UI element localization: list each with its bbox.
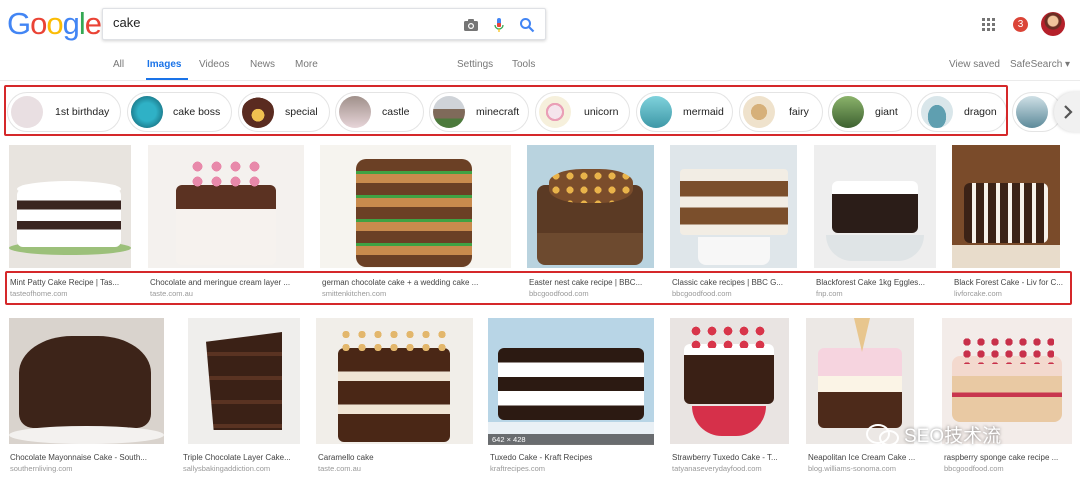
result-caption[interactable]: Neapolitan Ice Cream Cake ... blog.willia… bbox=[808, 452, 928, 475]
result-caption[interactable]: Tuxedo Cake - Kraft Recipes kraftrecipes.… bbox=[490, 452, 656, 475]
result-caption[interactable]: raspberry sponge cake recipe ... bbcgoodf… bbox=[944, 452, 1074, 475]
header-divider bbox=[0, 80, 1080, 81]
tab-settings[interactable]: Settings bbox=[457, 59, 493, 80]
logo-letter: o bbox=[46, 6, 63, 41]
search-input[interactable] bbox=[113, 15, 443, 30]
notifications-badge[interactable]: 3 bbox=[1013, 17, 1028, 32]
chip-thumbnail bbox=[1016, 96, 1048, 128]
search-tabs: All Images Videos News More Settings Too… bbox=[0, 59, 1080, 81]
google-logo[interactable]: Google bbox=[7, 6, 102, 42]
image-dimensions-label: 642 × 428 bbox=[488, 434, 654, 445]
chevron-right-icon bbox=[1064, 105, 1073, 119]
tab-videos[interactable]: Videos bbox=[199, 59, 229, 80]
result-image[interactable] bbox=[527, 145, 654, 268]
search-icon[interactable] bbox=[519, 17, 535, 33]
logo-letter: g bbox=[62, 6, 80, 41]
result-image[interactable] bbox=[952, 145, 1060, 268]
watermark-text: SEO技术流 bbox=[904, 426, 1002, 447]
tab-tools[interactable]: Tools bbox=[512, 59, 535, 80]
result-domain: bbcgoodfood.com bbox=[944, 464, 1004, 473]
tab-images[interactable]: Images bbox=[146, 59, 188, 80]
result-domain: taste.com.au bbox=[318, 464, 361, 473]
microphone-icon[interactable] bbox=[491, 17, 507, 33]
apps-grid-icon[interactable] bbox=[982, 18, 996, 32]
result-domain: blog.williams-sonoma.com bbox=[808, 464, 896, 473]
tab-more[interactable]: More bbox=[295, 59, 318, 80]
tab-news[interactable]: News bbox=[250, 59, 275, 80]
view-saved-link[interactable]: View saved bbox=[949, 59, 1000, 80]
result-title[interactable]: Chocolate Mayonnaise Cake - South... bbox=[10, 452, 166, 463]
result-domain: tatyanaseverydayfood.com bbox=[672, 464, 762, 473]
avatar[interactable] bbox=[1041, 12, 1065, 36]
result-image[interactable] bbox=[670, 145, 797, 268]
captions-highlight-box bbox=[5, 271, 1072, 305]
result-caption[interactable]: Caramello cake taste.com.au bbox=[318, 452, 473, 475]
logo-letter: G bbox=[7, 6, 31, 41]
result-title[interactable]: Triple Chocolate Layer Cake... bbox=[183, 452, 301, 463]
result-image[interactable] bbox=[670, 318, 789, 444]
result-image[interactable] bbox=[188, 318, 300, 444]
result-title[interactable]: raspberry sponge cake recipe ... bbox=[944, 452, 1074, 463]
chips-next-button[interactable] bbox=[1054, 92, 1080, 132]
result-title[interactable]: Caramello cake bbox=[318, 452, 473, 463]
result-image[interactable] bbox=[814, 145, 936, 268]
wechat-icon bbox=[866, 424, 899, 446]
chips-highlight-box bbox=[4, 85, 1008, 136]
logo-letter: e bbox=[84, 6, 102, 41]
result-domain: kraftrecipes.com bbox=[490, 464, 546, 473]
result-domain: sallysbakingaddiction.com bbox=[183, 464, 271, 473]
result-image[interactable] bbox=[488, 318, 654, 444]
tab-all[interactable]: All bbox=[113, 59, 124, 80]
result-image[interactable] bbox=[316, 318, 473, 444]
result-domain: southernliving.com bbox=[10, 464, 73, 473]
camera-icon[interactable] bbox=[463, 17, 479, 33]
result-title[interactable]: Tuxedo Cake - Kraft Recipes bbox=[490, 452, 656, 463]
result-caption[interactable]: Chocolate Mayonnaise Cake - South... sout… bbox=[10, 452, 166, 475]
result-image[interactable] bbox=[9, 318, 164, 444]
search-box[interactable] bbox=[102, 8, 546, 40]
result-image[interactable] bbox=[148, 145, 304, 268]
safesearch-toggle[interactable]: SafeSearch ▾ bbox=[1010, 59, 1070, 80]
result-title[interactable]: Neapolitan Ice Cream Cake ... bbox=[808, 452, 928, 463]
result-image[interactable] bbox=[9, 145, 131, 268]
result-title[interactable]: Strawberry Tuxedo Cake - T... bbox=[672, 452, 796, 463]
result-image[interactable] bbox=[320, 145, 511, 268]
result-caption[interactable]: Strawberry Tuxedo Cake - T... tatyanaseve… bbox=[672, 452, 796, 475]
logo-letter: o bbox=[30, 6, 47, 41]
result-caption[interactable]: Triple Chocolate Layer Cake... sallysbaki… bbox=[183, 452, 301, 475]
